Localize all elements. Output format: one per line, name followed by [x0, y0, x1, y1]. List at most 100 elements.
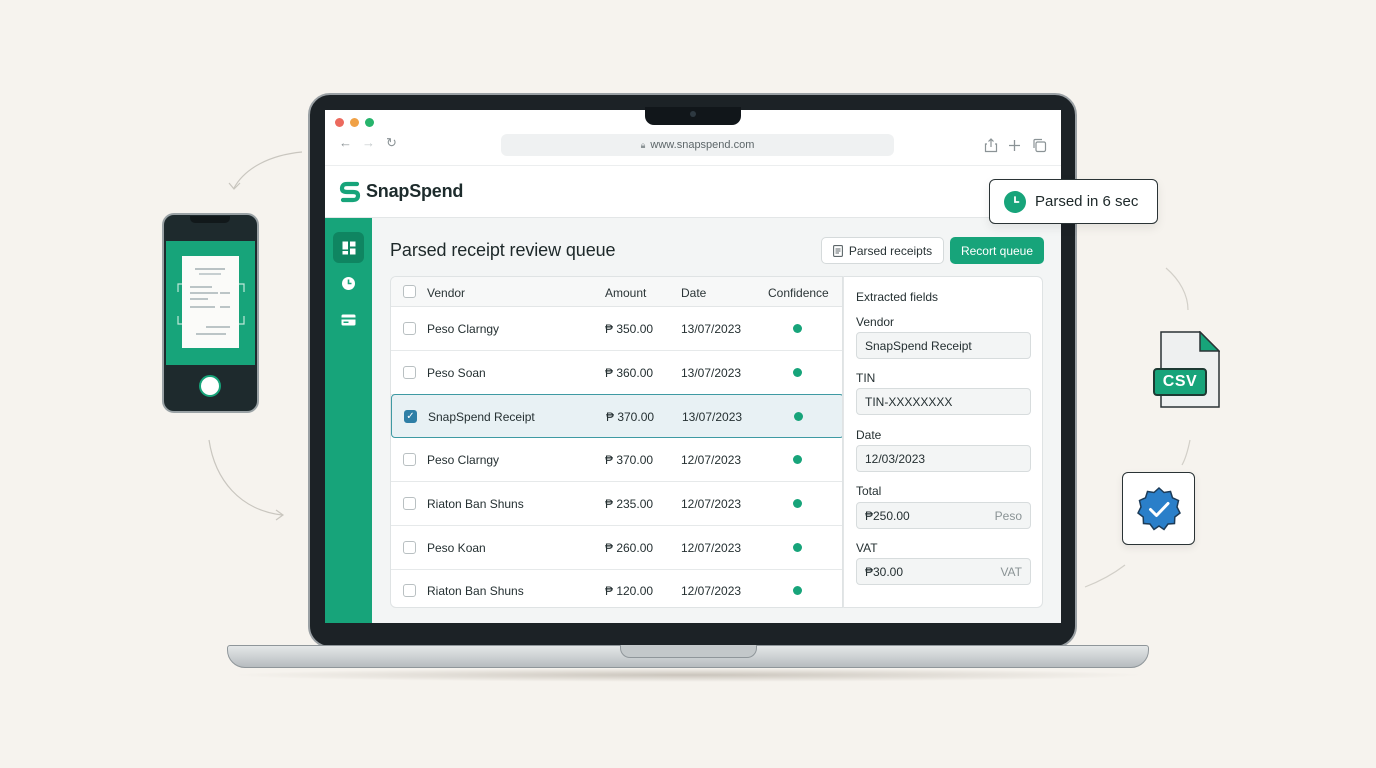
row-checkbox[interactable] [403, 584, 416, 598]
table-row[interactable]: Riaton Ban Shuns ₱ 120.00 12/07/2023 [391, 569, 842, 607]
sidebar-item-history[interactable] [333, 268, 364, 299]
address-bar[interactable]: 🔒︎ www.snapspend.com [501, 134, 894, 156]
sidebar [325, 218, 372, 623]
vat-field[interactable]: ₱30.00 VAT [856, 558, 1031, 585]
column-header-confidence[interactable]: Confidence [768, 286, 829, 300]
select-all-checkbox[interactable] [403, 285, 416, 298]
receipts-table: Vendor Amount Date Confidence Peso Clarn… [390, 276, 843, 608]
table-header: Vendor Amount Date Confidence [391, 277, 842, 307]
date-label: Date [856, 428, 882, 442]
row-checkbox[interactable] [403, 453, 416, 467]
laptop-base-notch [620, 645, 757, 658]
parsed-receipts-button[interactable]: Parsed receipts [821, 237, 944, 264]
parsed-receipts-label: Parsed receipts [848, 243, 933, 258]
close-window-button[interactable] [335, 118, 344, 127]
confidence-indicator [793, 586, 802, 596]
main-content: Parsed receipt review queue Parsed recei… [372, 218, 1061, 623]
app-header: SnapSpend [325, 166, 1061, 218]
receipt-image [182, 256, 239, 348]
amount-cell: ₱ 370.00 [605, 453, 654, 468]
csv-label: CSV [1153, 368, 1207, 396]
laptop-screen: ← → ↻ 🔒︎ www.snapspend.com SnapSpend Par… [325, 110, 1061, 623]
date-cell: 13/07/2023 [682, 410, 743, 425]
sidebar-item-cards[interactable] [333, 304, 364, 335]
laptop-notch [645, 107, 741, 125]
snapspend-logo-icon [339, 181, 361, 203]
date-cell: 12/07/2023 [681, 496, 742, 511]
panel-title: Extracted fields [856, 290, 939, 304]
row-checkbox[interactable] [403, 540, 416, 554]
sidebar-item-dashboard[interactable] [333, 232, 364, 263]
toast-text: Parsed in 6 sec [1035, 193, 1139, 210]
column-header-amount[interactable]: Amount [605, 286, 646, 300]
table-row[interactable]: Peso Koan ₱ 260.00 12/07/2023 [391, 526, 842, 570]
reload-icon[interactable]: ↻ [386, 136, 397, 150]
total-currency-suffix: Peso [994, 508, 1022, 523]
vendor-cell: Peso Soan [427, 365, 486, 380]
amount-cell: ₱ 350.00 [605, 322, 654, 336]
card-icon [341, 314, 356, 325]
date-field[interactable]: 12/03/2023 [856, 445, 1031, 472]
parse-time-toast: Parsed in 6 sec [989, 179, 1158, 224]
amount-cell: ₱ 370.00 [606, 410, 655, 425]
total-field[interactable]: ₱250.00 Peso [856, 502, 1031, 529]
vendor-value: SnapSpend Receipt [865, 338, 972, 353]
amount-cell: ₱ 120.00 [605, 584, 654, 599]
forward-arrow-icon[interactable]: → [362, 136, 375, 150]
minimize-window-button[interactable] [350, 118, 359, 127]
date-cell: 13/07/2023 [681, 365, 742, 380]
lock-icon: 🔒︎ [640, 139, 646, 150]
date-cell: 12/07/2023 [681, 453, 742, 468]
date-cell: 12/07/2023 [681, 540, 742, 555]
vendor-cell: Peso Clarngy [427, 453, 500, 468]
total-value: ₱250.00 [865, 508, 910, 523]
confidence-indicator [794, 412, 803, 422]
back-arrow-icon[interactable]: ← [339, 136, 352, 150]
row-checkbox[interactable] [403, 322, 416, 335]
column-header-date[interactable]: Date [681, 286, 706, 300]
table-row[interactable]: Peso Clarngy ₱ 370.00 12/07/2023 [391, 438, 842, 483]
date-value: 12/03/2023 [865, 451, 926, 466]
vendor-field[interactable]: SnapSpend Receipt [856, 332, 1031, 359]
laptop-shadow [228, 668, 1148, 682]
url-text: www.snapspend.com [650, 139, 755, 151]
vendor-cell: Peso Koan [427, 540, 486, 555]
amount-cell: ₱ 360.00 [605, 365, 654, 380]
vendor-cell: Riaton Ban Shuns [427, 584, 524, 599]
table-row[interactable]: Peso Soan ₱ 360.00 13/07/2023 [391, 351, 842, 395]
table-row[interactable]: Peso Clarngy ₱ 350.00 13/07/2023 [391, 307, 842, 351]
clock-icon [342, 277, 355, 290]
camera-shutter-button[interactable] [199, 375, 221, 397]
confidence-indicator [793, 498, 802, 508]
table-row[interactable]: Riaton Ban Shuns ₱ 235.00 12/07/2023 [391, 482, 842, 526]
maximize-window-button[interactable] [365, 118, 374, 127]
tin-label: TIN [856, 371, 876, 385]
clock-icon [1004, 190, 1026, 213]
brand-name: SnapSpend [366, 181, 464, 201]
dashboard-icon [342, 241, 355, 254]
export-queue-button[interactable]: Recort queue [950, 237, 1044, 264]
column-header-vendor[interactable]: Vendor [427, 286, 465, 300]
row-checkbox[interactable] [403, 496, 416, 510]
vat-suffix: VAT [1000, 564, 1022, 579]
total-label: Total [856, 484, 882, 498]
table-row[interactable]: ✓ SnapSpend Receipt ₱ 370.00 13/07/2023 [391, 394, 842, 439]
new-tab-icon[interactable] [1008, 139, 1021, 152]
row-checkbox[interactable]: ✓ [404, 410, 417, 424]
share-icon[interactable] [984, 138, 998, 153]
tabs-overview-icon[interactable] [1032, 138, 1047, 153]
vendor-cell: SnapSpend Receipt [428, 410, 535, 425]
vendor-cell: Riaton Ban Shuns [427, 496, 524, 511]
confidence-indicator [793, 324, 802, 333]
tin-value: TIN-XXXXXXXX [865, 394, 953, 409]
amount-cell: ₱ 260.00 [605, 540, 654, 555]
webcam-icon [690, 111, 696, 117]
tin-field[interactable]: TIN-XXXXXXXX [856, 388, 1031, 415]
vat-value: ₱30.00 [865, 564, 904, 579]
phone-notch [190, 216, 230, 223]
receipt-icon [832, 244, 843, 257]
amount-cell: ₱ 235.00 [605, 496, 654, 511]
confidence-indicator [793, 367, 802, 377]
row-checkbox[interactable] [403, 365, 416, 379]
confidence-indicator [793, 542, 802, 552]
